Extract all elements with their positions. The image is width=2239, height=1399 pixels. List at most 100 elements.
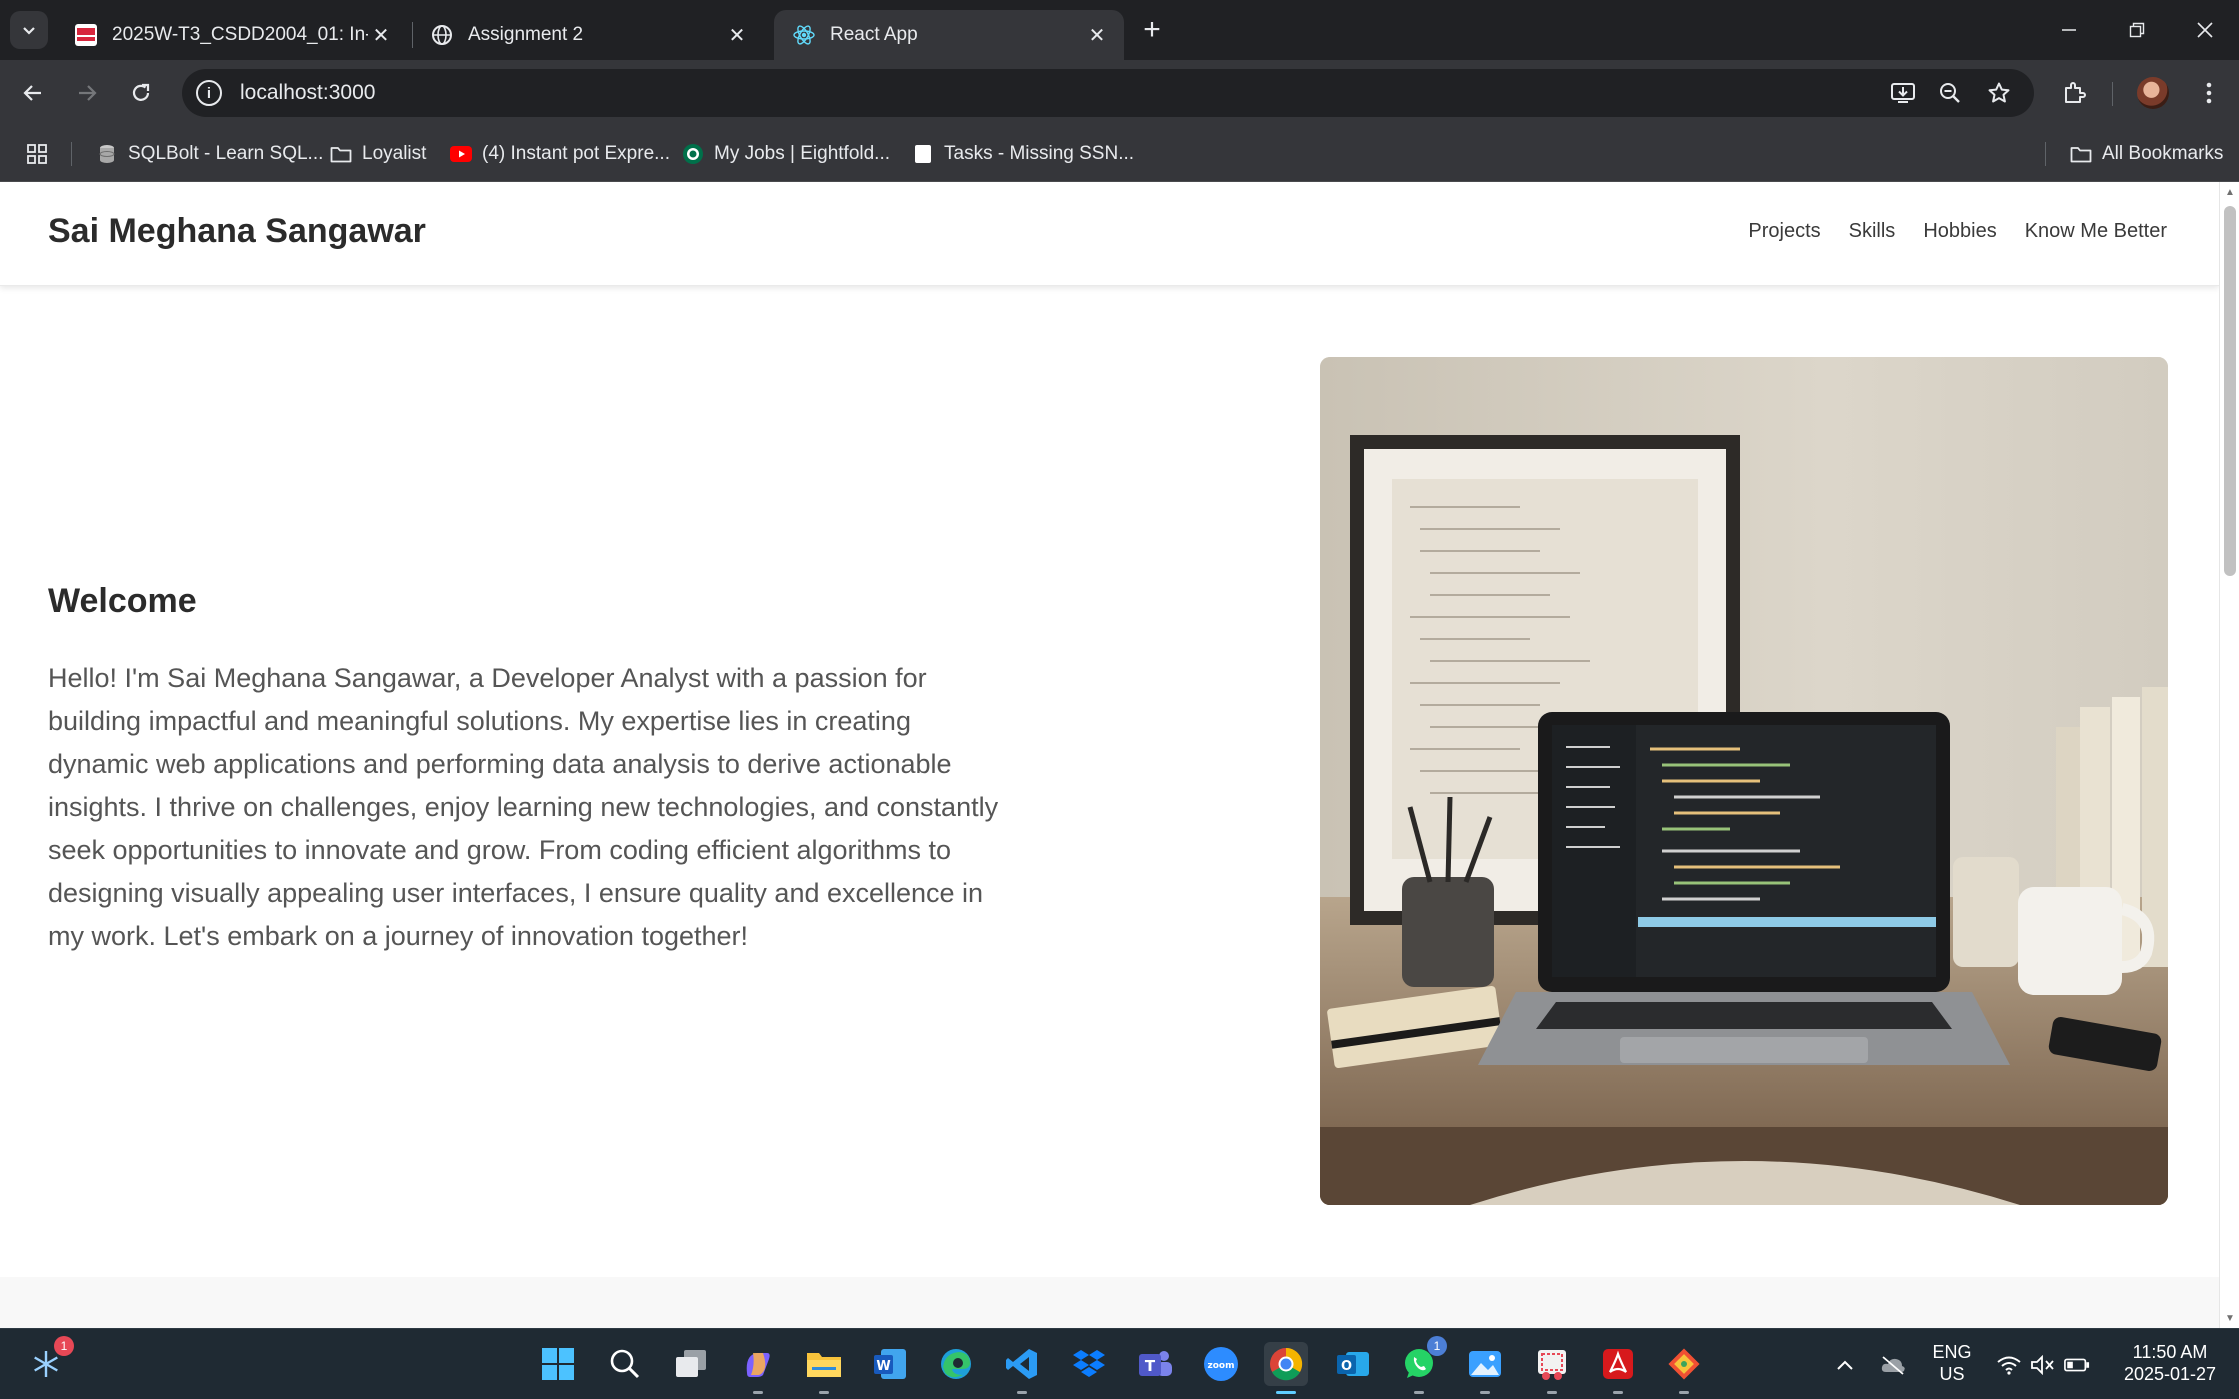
clock[interactable]: 11:50 AM 2025-01-27 xyxy=(2110,1341,2230,1385)
taskbar-outlook[interactable]: O xyxy=(1331,1342,1375,1386)
taskbar-dropbox[interactable] xyxy=(1067,1342,1111,1386)
tab-title: Assignment 2 xyxy=(468,24,584,45)
windows-taskbar: 1 W T zoom O 1 ENG US 11:50 AM 2025-01-2… xyxy=(0,1328,2239,1399)
apps-button[interactable] xyxy=(26,140,48,168)
teams-icon: T xyxy=(1139,1351,1172,1376)
bookmark-tasks[interactable]: Tasks - Missing SSN... xyxy=(912,140,1134,168)
taskbar-snipping-tool[interactable] xyxy=(1530,1342,1574,1394)
all-bookmarks-folder[interactable]: All Bookmarks xyxy=(2070,140,2223,168)
hero-paragraph: Hello! I'm Sai Meghana Sangawar, a Devel… xyxy=(48,663,999,951)
taskbar-teams[interactable]: T xyxy=(1133,1342,1177,1386)
restore-button[interactable] xyxy=(2102,0,2172,60)
bookmark-star-icon[interactable] xyxy=(1984,78,2014,108)
site-title[interactable]: Sai Meghana Sangawar xyxy=(48,212,426,251)
battery-icon[interactable] xyxy=(2064,1353,2090,1377)
taskbar-zoom[interactable]: zoom xyxy=(1199,1342,1243,1386)
search-button[interactable] xyxy=(603,1342,647,1386)
bookmarks-divider xyxy=(71,142,72,166)
photos-icon xyxy=(1469,1351,1501,1377)
new-tab-button[interactable]: + xyxy=(1136,10,1168,50)
tab-course[interactable]: 2025W-T3_CSDD2004_01: In-cla ✕ xyxy=(56,10,408,60)
taskbar-copilot[interactable] xyxy=(736,1342,780,1394)
taskbar-word[interactable]: W xyxy=(868,1342,912,1386)
tab-title: React App xyxy=(830,24,918,45)
bookmark-sqlbolt[interactable]: SQLBolt - Learn SQL... xyxy=(96,140,323,168)
site-header: Sai Meghana Sangawar Projects Skills Hob… xyxy=(0,182,2219,286)
desk-illustration xyxy=(1320,357,2168,1205)
bookmark-youtube[interactable]: (4) Instant pot Expre... xyxy=(450,140,670,168)
folder-icon xyxy=(330,143,352,165)
scroll-thumb[interactable] xyxy=(2224,206,2236,576)
menu-kebab-icon[interactable] xyxy=(2188,72,2230,114)
weather-widget[interactable]: 1 xyxy=(24,1336,74,1386)
site-info-icon[interactable]: i xyxy=(196,80,222,106)
close-window-button[interactable] xyxy=(2170,0,2239,60)
wifi-icon[interactable] xyxy=(1996,1353,2022,1377)
tab-assignment[interactable]: Assignment 2 ✕ xyxy=(412,10,764,60)
edge-icon xyxy=(941,1349,971,1379)
youtube-icon xyxy=(450,143,472,165)
nav-link-know-me-better[interactable]: Know Me Better xyxy=(2025,220,2167,243)
clock-date: 2025-01-27 xyxy=(2123,1364,2217,1384)
reload-icon xyxy=(132,83,150,101)
task-view-button[interactable] xyxy=(669,1342,713,1386)
minimize-icon xyxy=(2062,29,2076,31)
nav-link-skills[interactable]: Skills xyxy=(1849,220,1896,243)
close-icon[interactable]: ✕ xyxy=(1084,22,1110,48)
volume-muted-icon[interactable] xyxy=(2030,1353,2056,1377)
globe-icon xyxy=(430,23,454,47)
extensions-icon[interactable] xyxy=(2053,72,2095,114)
apps-grid-icon xyxy=(27,144,47,164)
taskbar-chrome[interactable] xyxy=(1264,1342,1308,1394)
browser-tab-strip: 2025W-T3_CSDD2004_01: In-cla ✕ Assignmen… xyxy=(0,0,2239,60)
address-bar[interactable]: i localhost:3000 xyxy=(182,69,2034,117)
taskbar-edge[interactable] xyxy=(934,1342,978,1386)
hero-image-desk-laptop xyxy=(1320,357,2168,1205)
taskbar-photos[interactable] xyxy=(1463,1342,1507,1394)
folder-icon xyxy=(2070,143,2092,165)
react-icon xyxy=(792,23,816,47)
close-icon[interactable]: ✕ xyxy=(724,22,750,48)
tray-overflow-chevron-icon[interactable] xyxy=(1832,1353,1858,1377)
zoom-icon[interactable] xyxy=(1935,78,1965,108)
onedrive-offline-icon[interactable] xyxy=(1880,1353,1906,1377)
dropbox-icon xyxy=(1073,1350,1105,1377)
snipping-tool-icon xyxy=(1538,1350,1566,1380)
forward-button[interactable] xyxy=(66,72,108,114)
tab-react-app[interactable]: React App ✕ xyxy=(774,10,1124,60)
svg-text:T: T xyxy=(1145,1357,1156,1375)
taskbar-vscode[interactable] xyxy=(1000,1342,1044,1394)
chevron-down-icon xyxy=(23,27,35,35)
taskbar-git[interactable] xyxy=(1662,1342,1706,1394)
tab-search-button[interactable] xyxy=(10,11,48,49)
start-button[interactable] xyxy=(536,1342,580,1386)
back-button[interactable] xyxy=(12,72,54,114)
web-page: Sai Meghana Sangawar Projects Skills Hob… xyxy=(0,182,2219,1328)
nav-link-projects[interactable]: Projects xyxy=(1748,220,1820,243)
bookmark-eightfold[interactable]: My Jobs | Eightfold... xyxy=(682,140,890,168)
taskbar-file-explorer[interactable] xyxy=(802,1342,846,1394)
clock-time: 11:50 AM xyxy=(2132,1342,2208,1362)
windows-logo-icon xyxy=(542,1348,574,1380)
bookmark-loyalist-folder[interactable]: Loyalist xyxy=(330,140,426,168)
profile-avatar[interactable] xyxy=(2137,77,2169,109)
page-scrollbar[interactable]: ▲ ▼ xyxy=(2219,182,2239,1328)
region-code: US xyxy=(1939,1364,1965,1384)
restore-icon xyxy=(2129,22,2145,38)
nav-link-hobbies[interactable]: Hobbies xyxy=(1923,220,1996,243)
outlook-icon: O xyxy=(1337,1352,1369,1376)
scroll-up-arrow-icon[interactable]: ▲ xyxy=(2224,186,2236,198)
close-icon[interactable]: ✕ xyxy=(368,22,394,48)
install-app-icon[interactable] xyxy=(1888,78,1918,108)
taskbar-acrobat[interactable] xyxy=(1596,1342,1640,1394)
next-section-band xyxy=(0,1277,2219,1328)
reload-button[interactable] xyxy=(120,72,162,114)
taskbar-whatsapp[interactable]: 1 xyxy=(1397,1336,1447,1394)
bookmark-label: All Bookmarks xyxy=(2102,143,2224,164)
bookmark-label: My Jobs | Eightfold... xyxy=(714,143,891,164)
scroll-down-arrow-icon[interactable]: ▼ xyxy=(2224,1312,2236,1324)
toolbar-divider xyxy=(2112,82,2113,106)
language-indicator[interactable]: ENG US xyxy=(1926,1341,1978,1385)
svg-text:W: W xyxy=(876,1359,890,1374)
minimize-button[interactable] xyxy=(2034,0,2104,60)
